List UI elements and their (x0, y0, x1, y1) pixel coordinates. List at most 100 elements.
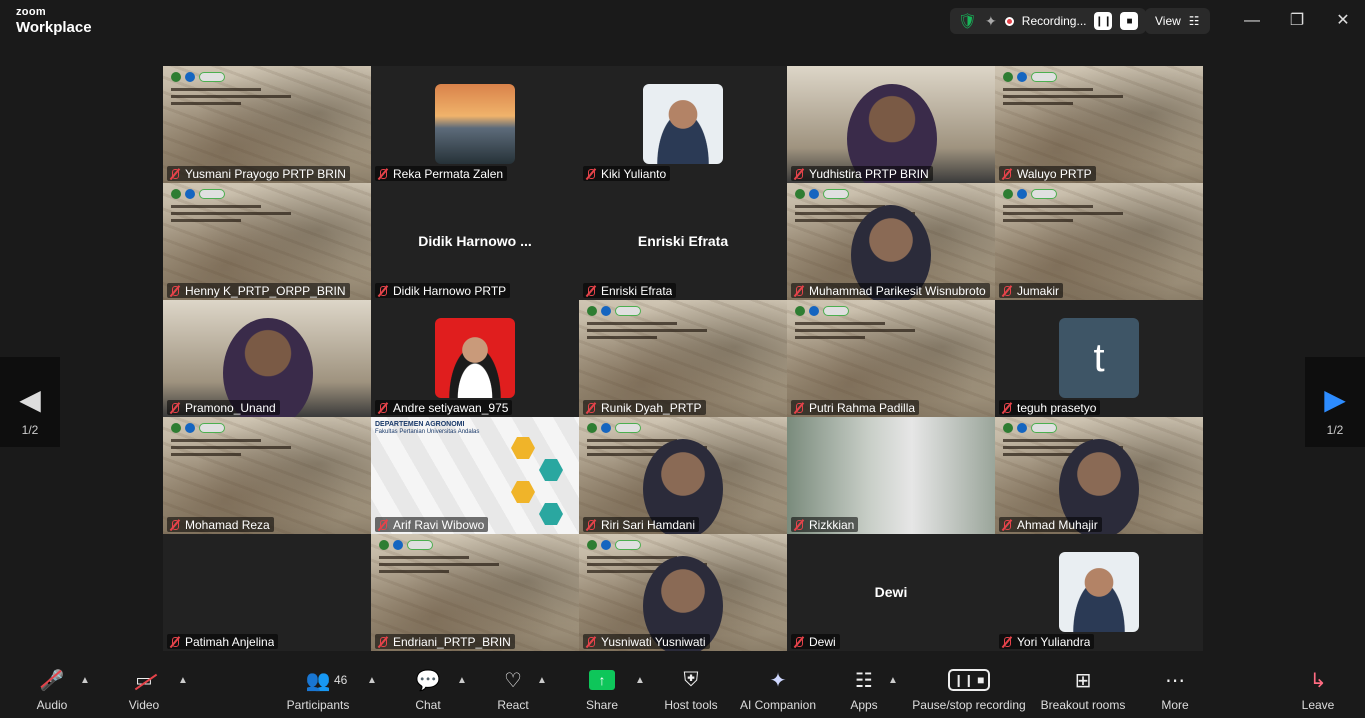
breakout-rooms-label: Breakout rooms (1040, 698, 1126, 712)
mic-muted-icon (1001, 168, 1013, 180)
mic-muted-icon (1001, 519, 1013, 531)
participant-tile[interactable]: Mohamad Reza (163, 417, 371, 534)
participant-tile[interactable]: Waluyo PRTP (995, 66, 1203, 183)
close-icon[interactable]: ✕ (1331, 10, 1355, 32)
title-bar: zoom Workplace 🛡 ✦ Recording... ❙❙ ■ Vie… (0, 0, 1365, 44)
audio-options-chevron-icon[interactable]: ▲ (80, 675, 90, 686)
participant-name-label: Dewi (791, 634, 840, 649)
share-label: Share (585, 698, 619, 712)
profile-picture (643, 84, 723, 164)
react-options-chevron-icon[interactable]: ▲ (537, 675, 547, 686)
participant-tile[interactable]: Yudhistira PRTP BRIN (787, 66, 995, 183)
hexagon-shape (539, 503, 563, 525)
participant-tile[interactable]: Enriski Efrata Enriski Efrata (579, 183, 787, 300)
participant-name-label: Runik Dyah_PRTP (583, 400, 706, 415)
participant-name-label: Reka Permata Zalen (375, 166, 508, 181)
recording-label: Recording... (1021, 14, 1087, 28)
app-logo: zoom Workplace (16, 7, 92, 36)
ai-companion-button[interactable]: ✦ AI Companion (738, 667, 818, 713)
next-page-button[interactable]: ▶ 1/2 (1305, 357, 1365, 447)
audio-button[interactable]: 🎤 Audio (30, 667, 74, 712)
participant-name: Endriani_PRTP_BRIN (393, 634, 511, 649)
mic-muted-icon (793, 636, 805, 648)
participants-options-chevron-icon[interactable]: ▲ (367, 675, 377, 686)
participant-name: Andre setiyawan_975 (393, 400, 509, 415)
pause-stop-recording-label: Pause/stop recording (912, 698, 1026, 712)
participant-tile[interactable]: Muhammad Parikesit Wisnubroto (787, 183, 995, 300)
participant-tile[interactable]: Jumakir (995, 183, 1203, 300)
participant-tile[interactable]: Pramono_Unand (163, 300, 371, 417)
pause-stop-recording-button[interactable]: ❙❙ ■ Pause/stop recording (910, 667, 1028, 712)
pause-recording-icon[interactable]: ❙❙ (1094, 12, 1113, 30)
participant-tile[interactable]: Didik Harnowo ... Didik Harnowo PRTP (371, 183, 579, 300)
participant-tile[interactable]: t teguh prasetyo (995, 300, 1203, 417)
participant-name: Jumakir (1017, 283, 1060, 298)
participant-tile[interactable]: Kiki Yulianto (579, 66, 787, 183)
pause-stop-icon: ❙❙ ■ (910, 667, 1028, 693)
breakout-rooms-button[interactable]: ⊞ Breakout rooms (1038, 667, 1128, 713)
ai-sparkle-icon[interactable]: ✦ (985, 13, 997, 30)
participant-name-label: Mohamad Reza (167, 517, 274, 532)
participant-tile[interactable]: Putri Rahma Padilla (787, 300, 995, 417)
video-button[interactable]: ▭ Video (122, 667, 166, 713)
participant-tile[interactable]: Rizkkian (787, 417, 995, 534)
mic-muted-icon (169, 519, 181, 531)
apps-options-chevron-icon[interactable]: ▲ (888, 675, 898, 686)
video-label: Video (128, 698, 160, 712)
share-button[interactable]: ↑ Share (583, 667, 621, 712)
participant-tile[interactable]: Endriani_PRTP_BRIN (371, 534, 579, 651)
profile-picture (1059, 552, 1139, 632)
participant-tile[interactable]: DEPARTEMEN AGRONOMI Fakultas Pertanian Un… (371, 417, 579, 534)
stop-recording-icon[interactable]: ■ (1120, 12, 1139, 30)
grid-icon: ☷ (1188, 14, 1200, 28)
react-button[interactable]: ♡ React (494, 667, 532, 713)
share-options-chevron-icon[interactable]: ▲ (635, 675, 645, 686)
meeting-stage: ◀ 1/2 ▶ 1/2 Yusmani Prayogo PRTP BRIN Rek… (0, 44, 1365, 661)
participant-tile[interactable]: Yusmani Prayogo PRTP BRIN (163, 66, 371, 183)
participant-name-label: Patimah Anjelina (167, 634, 279, 649)
apps-button[interactable]: ☷ Apps (846, 667, 882, 713)
participant-name-label: Riri Sari Hamdani (583, 517, 700, 532)
participant-name-label: Henny K_PRTP_ORPP_BRIN (167, 283, 350, 298)
participant-tile[interactable]: Ahmad Muhajir (995, 417, 1203, 534)
video-options-chevron-icon[interactable]: ▲ (178, 675, 188, 686)
participant-name: Kiki Yulianto (601, 166, 667, 181)
mic-muted-icon (377, 636, 389, 648)
record-dot-icon (1004, 16, 1014, 26)
camera-off-icon: ▭ (122, 667, 166, 693)
participant-tile[interactable]: Reka Permata Zalen (371, 66, 579, 183)
react-label: React (497, 698, 529, 712)
participant-name: Yusmani Prayogo PRTP BRIN (185, 166, 346, 181)
recording-indicator[interactable]: 🛡 ✦ Recording... ❙❙ ■ (950, 8, 1147, 34)
participants-count: 46 (334, 673, 348, 687)
participant-name-label: Enriski Efrata (583, 283, 677, 298)
maximize-icon[interactable]: ❐ (1285, 10, 1309, 32)
participant-tile[interactable]: Runik Dyah_PRTP (579, 300, 787, 417)
chat-button[interactable]: 💬 Chat (410, 667, 446, 713)
participant-tile[interactable]: Dewi Dewi (787, 534, 995, 651)
chat-options-chevron-icon[interactable]: ▲ (457, 675, 467, 686)
participant-name-label: Arif Ravi Wibowo (375, 517, 489, 532)
mic-muted-icon (793, 519, 805, 531)
participant-tile[interactable]: Patimah Anjelina (163, 534, 371, 651)
slide-subtitle: Fakultas Pertanian Universitas Andalas (375, 429, 480, 436)
apps-icon: ☷ (855, 669, 873, 692)
shared-slide: DEPARTEMEN AGRONOMI Fakultas Pertanian Un… (375, 421, 479, 437)
participant-tile[interactable]: Yori Yuliandra (995, 534, 1203, 651)
participant-name: Pramono_Unand (185, 400, 276, 415)
more-label: More (1161, 698, 1189, 712)
participant-name: Enriski Efrata (601, 283, 673, 298)
apps-label: Apps (850, 698, 878, 712)
host-tools-button[interactable]: ⛨ Host tools (662, 667, 720, 713)
more-button[interactable]: ⋯ More (1158, 667, 1192, 713)
participant-tile[interactable]: Andre setiyawan_975 (371, 300, 579, 417)
leave-button[interactable]: ↳ Leave (1300, 667, 1336, 713)
previous-page-button[interactable]: ◀ 1/2 (0, 357, 60, 447)
host-tools-label: Host tools (664, 698, 718, 712)
participant-tile[interactable]: Riri Sari Hamdani (579, 417, 787, 534)
shield-icon: 🛡 (958, 13, 978, 30)
view-button[interactable]: View ☷ (1145, 8, 1210, 34)
participant-tile[interactable]: Yusniwati Yusniwati (579, 534, 787, 651)
participant-tile[interactable]: Henny K_PRTP_ORPP_BRIN (163, 183, 371, 300)
minimize-icon[interactable]: — (1240, 10, 1264, 32)
